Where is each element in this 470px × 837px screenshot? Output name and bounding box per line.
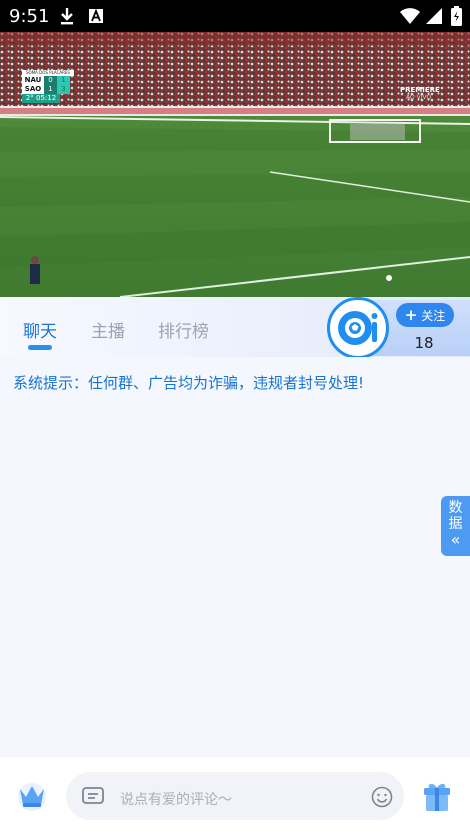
follower-count: 18 <box>414 334 434 352</box>
crown-icon <box>18 783 46 811</box>
scoreboard: SOMA DOS PLACARES NAU 0 1 SAO 1 3 2° 05:… <box>22 70 74 108</box>
system-message: 系统提示：任何群、广告均为诈骗，违规者封号处理! <box>13 374 365 392</box>
data-side-tab[interactable]: 数 据 « <box>441 496 470 556</box>
wifi-icon <box>398 6 422 26</box>
emoji-icon[interactable] <box>371 786 393 808</box>
gift-icon <box>424 783 450 811</box>
host-avatar[interactable] <box>327 297 389 359</box>
download-icon <box>58 6 76 26</box>
scoreboard-home-row: NAU 0 1 <box>22 76 74 85</box>
home-goals: 0 <box>44 76 57 85</box>
follow-button[interactable]: + 关注 <box>396 303 454 327</box>
match-clock: 2° 05:12 <box>22 94 60 103</box>
away-goals: 1 <box>44 85 57 94</box>
keyboard-message-icon[interactable] <box>82 786 104 806</box>
active-tab-indicator <box>28 345 52 350</box>
battery-icon <box>450 6 462 26</box>
away-aggregate: 3 <box>57 85 70 94</box>
broadcaster-logo: PREMIERE <box>400 86 440 94</box>
scoreboard-away-row: SAO 1 3 <box>22 85 74 94</box>
away-team: SAO <box>22 85 44 94</box>
comment-placeholder: 说点有爱的评论～ <box>120 792 232 808</box>
tab-chat[interactable]: 聊天 <box>23 317 57 342</box>
video-player[interactable]: SOMA DOS PLACARES NAU 0 1 SAO 1 3 2° 05:… <box>0 32 470 297</box>
status-time: 9:51 <box>9 6 50 27</box>
data-tab-char-1: 数 <box>448 500 463 516</box>
live-label: AO VIVO <box>406 94 432 101</box>
tab-host[interactable]: 主播 <box>91 317 125 342</box>
app-notification-icon <box>88 6 104 26</box>
comment-input[interactable] <box>66 772 404 820</box>
home-aggregate: 1 <box>57 76 70 85</box>
signal-icon <box>424 6 444 26</box>
gift-button[interactable] <box>421 779 453 813</box>
plus-icon: + <box>404 306 418 324</box>
double-chevron-left-icon: « <box>450 530 461 549</box>
status-bar: 9:51 <box>0 0 470 32</box>
chat-area[interactable]: 系统提示：任何群、广告均为诈骗，违规者封号处理! <box>0 357 470 757</box>
follow-button-label: 关注 <box>421 309 446 323</box>
crown-button[interactable] <box>14 777 50 813</box>
home-team: NAU <box>22 76 44 85</box>
ai-ball-logo-icon <box>338 311 378 345</box>
tab-leaderboard[interactable]: 排行榜 <box>158 317 209 342</box>
